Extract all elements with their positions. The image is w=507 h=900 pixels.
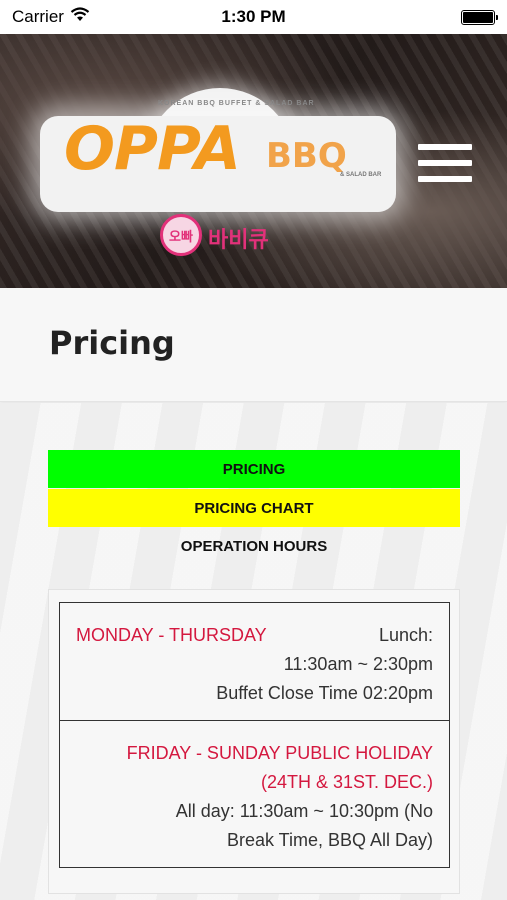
oppa-bbq-logo[interactable]: KOREAN BBQ BUFFET & SALAD BAR OPPA BBQ &… bbox=[40, 84, 402, 264]
carrier-label: Carrier bbox=[12, 7, 64, 26]
tab-pricing[interactable]: PRICING bbox=[48, 450, 460, 488]
hours-line: All day: 11:30am ~ 10:30pm (No bbox=[175, 801, 433, 821]
hours-line: 11:30am ~ 2:30pm bbox=[283, 654, 433, 674]
logo-korean-badge: 오빠 bbox=[160, 214, 202, 256]
day-label: (24TH & 31ST. DEC.) bbox=[260, 772, 433, 792]
hours-line: Break Time, BBQ All Day) bbox=[226, 830, 433, 850]
day-label: FRIDAY - SUNDAY PUBLIC HOLIDAY bbox=[126, 743, 433, 763]
title-bar: Pricing bbox=[0, 288, 507, 402]
hours-row: MONDAY - THURSDAY Lunch: 11:30am ~ 2:30p… bbox=[60, 603, 449, 721]
hours-line: Buffet Close Time 02:20pm bbox=[216, 683, 433, 703]
operation-hours-table: MONDAY - THURSDAY Lunch: 11:30am ~ 2:30p… bbox=[59, 602, 450, 868]
wifi-icon bbox=[70, 7, 90, 27]
logo-korean-text: 바비큐 bbox=[208, 228, 269, 253]
site-header: KOREAN BBQ BUFFET & SALAD BAR OPPA BBQ &… bbox=[0, 34, 507, 288]
tab-operation-hours[interactable]: OPERATION HOURS bbox=[48, 527, 460, 565]
logo-arc-text: KOREAN BBQ BUFFET & SALAD BAR bbox=[158, 100, 315, 107]
hours-row: FRIDAY - SUNDAY PUBLIC HOLIDAY (24TH & 3… bbox=[60, 721, 449, 867]
logo-secondary-text: BBQ bbox=[266, 136, 347, 176]
battery-icon bbox=[461, 9, 498, 25]
hamburger-menu-icon[interactable] bbox=[418, 144, 472, 186]
page-title: Pricing bbox=[49, 324, 175, 362]
status-bar: Carrier 1:30 PM bbox=[0, 0, 507, 34]
logo-primary-text: OPPA bbox=[64, 114, 241, 184]
logo-sub-text: & SALAD BAR bbox=[340, 172, 382, 178]
day-label: MONDAY - THURSDAY bbox=[76, 625, 267, 645]
main-content: PRICING PRICING CHART OPERATION HOURS MO… bbox=[0, 403, 507, 900]
status-left: Carrier bbox=[12, 7, 90, 27]
tab-pricing-chart[interactable]: PRICING CHART bbox=[48, 489, 460, 527]
hours-card: MONDAY - THURSDAY Lunch: 11:30am ~ 2:30p… bbox=[48, 589, 460, 894]
